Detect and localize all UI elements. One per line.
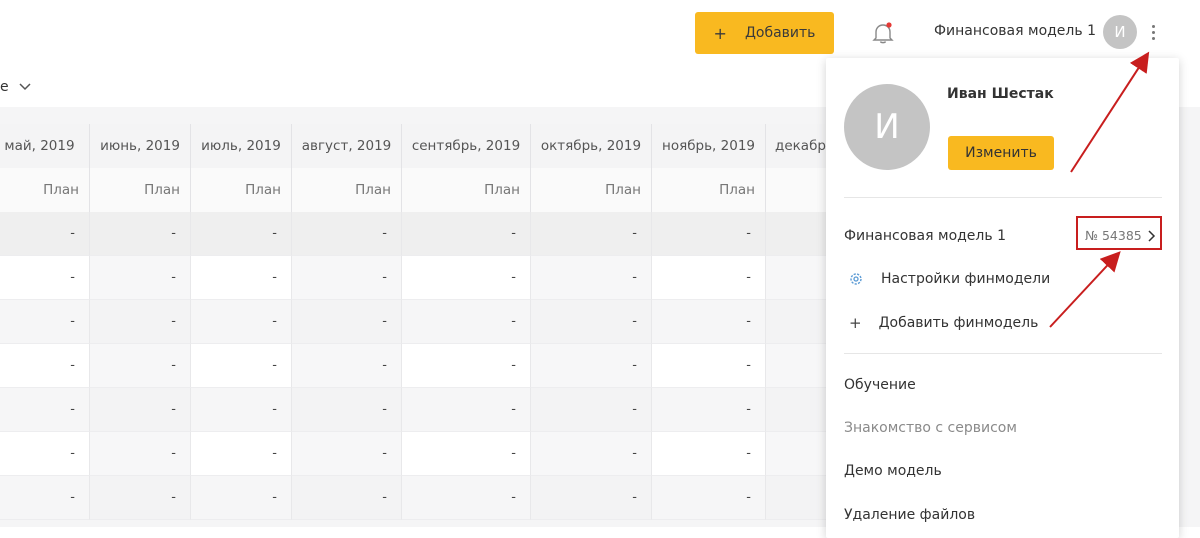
view-selector[interactable]: е — [0, 79, 31, 95]
table-cell[interactable]: - — [191, 476, 292, 520]
table-cell[interactable]: - — [191, 212, 292, 256]
divider — [844, 197, 1162, 198]
table-cell[interactable]: - — [402, 476, 531, 520]
menu-item-model-settings-label: Настройки финмодели — [881, 271, 1051, 287]
menu-item-intro-label: Знакомство с сервисом — [844, 420, 1017, 436]
table-cell[interactable]: - — [402, 432, 531, 476]
table-cell[interactable]: - — [531, 344, 652, 388]
table-cell[interactable]: - — [191, 256, 292, 300]
table-cell[interactable]: - — [292, 432, 402, 476]
annotation-box — [1076, 216, 1162, 250]
table-cell[interactable]: - — [402, 388, 531, 432]
chevron-down-icon — [19, 83, 31, 91]
menu-item-learning-label: Обучение — [844, 377, 916, 393]
table-cell[interactable]: - — [531, 388, 652, 432]
column-header: июнь, 2019 — [90, 124, 191, 168]
table-cell[interactable]: - — [191, 300, 292, 344]
table-cell[interactable]: - — [90, 300, 191, 344]
table-cell[interactable]: - — [652, 344, 766, 388]
user-name: Иван Шестак — [947, 86, 1054, 102]
add-button-label: Добавить — [744, 25, 816, 41]
add-button[interactable]: + Добавить — [695, 12, 834, 54]
table-cell[interactable]: - — [652, 256, 766, 300]
menu-item-intro[interactable]: Знакомство с сервисом — [844, 420, 1017, 436]
table-cell[interactable]: - — [90, 388, 191, 432]
table-cell[interactable]: - — [292, 212, 402, 256]
menu-item-learning[interactable]: Обучение — [844, 377, 916, 393]
column-subheader: План — [652, 168, 766, 212]
top-bar: + Добавить Финансовая модель 1 И — [0, 0, 1200, 64]
column-header: май, 2019 — [0, 124, 90, 168]
menu-item-demo-label: Демо модель — [844, 463, 942, 479]
table-cell[interactable]: - — [0, 344, 90, 388]
table-cell[interactable]: - — [531, 300, 652, 344]
menu-item-add-model-label: Добавить финмодель — [878, 315, 1039, 331]
edit-profile-button[interactable]: Изменить — [948, 136, 1054, 170]
plus-icon: + — [713, 23, 727, 43]
table-cell[interactable]: - — [90, 476, 191, 520]
column-subheader: План — [0, 168, 90, 212]
user-menu-panel: И Иван Шестак Изменить Финансовая модель… — [826, 58, 1179, 538]
table-cell[interactable]: - — [0, 300, 90, 344]
table-cell[interactable]: - — [0, 256, 90, 300]
menu-item-model[interactable]: Финансовая модель 1 — [844, 228, 1006, 244]
table-cell[interactable]: - — [402, 256, 531, 300]
column-header: июль, 2019 — [191, 124, 292, 168]
table-cell[interactable]: - — [652, 300, 766, 344]
plus-icon: + — [849, 314, 862, 332]
gear-icon — [850, 273, 862, 285]
table-cell[interactable]: - — [652, 432, 766, 476]
table-cell[interactable]: - — [292, 388, 402, 432]
table-cell[interactable]: - — [652, 388, 766, 432]
avatar[interactable]: И — [1103, 15, 1137, 49]
table-cell[interactable]: - — [531, 212, 652, 256]
menu-item-demo[interactable]: Демо модель — [844, 463, 942, 479]
column-header: ноябрь, 2019 — [652, 124, 766, 168]
column-header: август, 2019 — [292, 124, 402, 168]
table-cell[interactable]: - — [0, 212, 90, 256]
table-cell[interactable]: - — [292, 300, 402, 344]
table-cell[interactable]: - — [191, 432, 292, 476]
table-cell[interactable]: - — [531, 476, 652, 520]
bell-icon[interactable] — [872, 21, 894, 45]
more-options-icon[interactable] — [1146, 20, 1160, 44]
table-cell[interactable]: - — [531, 432, 652, 476]
table-cell[interactable]: - — [652, 476, 766, 520]
table-cell[interactable]: - — [292, 476, 402, 520]
menu-item-delete-files-label: Удаление файлов — [844, 507, 976, 523]
table-cell[interactable]: - — [652, 212, 766, 256]
table-cell[interactable]: - — [191, 388, 292, 432]
table-cell[interactable]: - — [191, 344, 292, 388]
view-selector-label: е — [0, 79, 9, 95]
column-header: сентябрь, 2019 — [402, 124, 531, 168]
user-avatar: И — [844, 84, 930, 170]
table-cell[interactable]: - — [90, 344, 191, 388]
menu-item-model-settings[interactable]: Настройки финмодели — [844, 271, 1050, 287]
current-model-name[interactable]: Финансовая модель 1 — [934, 23, 1096, 39]
divider — [844, 353, 1162, 354]
column-subheader: План — [402, 168, 531, 212]
table-cell[interactable]: - — [90, 212, 191, 256]
table-cell[interactable]: - — [292, 256, 402, 300]
column-subheader: План — [531, 168, 652, 212]
table-cell[interactable]: - — [0, 432, 90, 476]
table-cell[interactable]: - — [402, 212, 531, 256]
column-subheader: План — [191, 168, 292, 212]
table-cell[interactable]: - — [531, 256, 652, 300]
table-cell[interactable]: - — [292, 344, 402, 388]
column-subheader: План — [90, 168, 191, 212]
column-header: октябрь, 2019 — [531, 124, 652, 168]
table-cell[interactable]: - — [0, 476, 90, 520]
column-subheader: План — [292, 168, 402, 212]
menu-item-model-label: Финансовая модель 1 — [844, 228, 1006, 244]
menu-item-add-model[interactable]: + Добавить финмодель — [844, 314, 1038, 332]
table-cell[interactable]: - — [402, 300, 531, 344]
table-cell[interactable]: - — [90, 432, 191, 476]
menu-item-delete-files[interactable]: Удаление файлов — [844, 507, 975, 523]
table-cell[interactable]: - — [402, 344, 531, 388]
table-cell[interactable]: - — [0, 388, 90, 432]
table-cell[interactable]: - — [90, 256, 191, 300]
